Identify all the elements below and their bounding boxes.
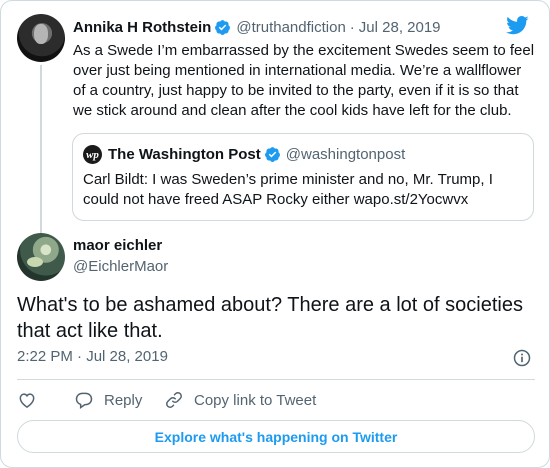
tweet-embed-card: Annika H Rothstein @truthandfiction · Ju…	[0, 0, 550, 468]
quoted-author-handle: @washingtonpost	[285, 146, 406, 163]
copy-link-button[interactable]: Copy link to Tweet	[164, 390, 316, 410]
quoted-tweet-text: Carl Bildt: I was Sweden’s prime ministe…	[83, 171, 493, 208]
parent-tweet-header: Annika H Rothstein @truthandfiction · Ju…	[73, 17, 441, 37]
action-bar: Reply Copy link to Tweet	[17, 389, 316, 411]
verified-badge-icon	[264, 147, 280, 162]
main-tweet-timestamp[interactable]: 2:22 PM · Jul 28, 2019	[17, 348, 168, 365]
washington-post-logo-icon: wp	[83, 145, 102, 164]
main-author-avatar[interactable]	[17, 233, 65, 281]
heart-icon	[19, 393, 35, 408]
explore-twitter-button[interactable]: Explore what's happening on Twitter	[17, 420, 535, 453]
thread-connector-line	[40, 65, 42, 235]
main-tweet-text: What's to be ashamed about? There are a …	[17, 294, 523, 342]
reply-icon	[75, 392, 93, 409]
copy-link-label: Copy link to Tweet	[194, 391, 317, 409]
main-author-handle[interactable]: @EichlerMaor	[73, 258, 168, 275]
info-icon[interactable]	[512, 348, 532, 368]
parent-tweet-date[interactable]: Jul 28, 2019	[359, 19, 441, 36]
parent-author-name[interactable]: Annika H Rothstein	[73, 19, 211, 36]
parent-author-handle[interactable]: @truthandfiction	[236, 19, 345, 36]
link-icon	[166, 392, 182, 408]
verified-badge-icon	[215, 19, 231, 35]
twitter-bird-icon[interactable]	[506, 16, 529, 35]
divider	[17, 379, 535, 380]
parent-tweet-text: As a Swede I’m embarrassed by the excite…	[73, 42, 535, 119]
quoted-tweet-header: wp The Washington Post @washingtonpost	[83, 145, 405, 164]
quoted-author-name: The Washington Post	[108, 146, 261, 163]
like-button[interactable]	[17, 390, 74, 410]
parent-author-avatar[interactable]	[17, 14, 65, 62]
main-author-name[interactable]: maor eichler	[73, 237, 162, 254]
separator-dot: ·	[349, 18, 355, 36]
reply-button[interactable]: Reply	[74, 390, 164, 410]
quoted-tweet[interactable]: wp The Washington Post @washingtonpost C…	[72, 133, 534, 221]
reply-label: Reply	[104, 391, 143, 409]
